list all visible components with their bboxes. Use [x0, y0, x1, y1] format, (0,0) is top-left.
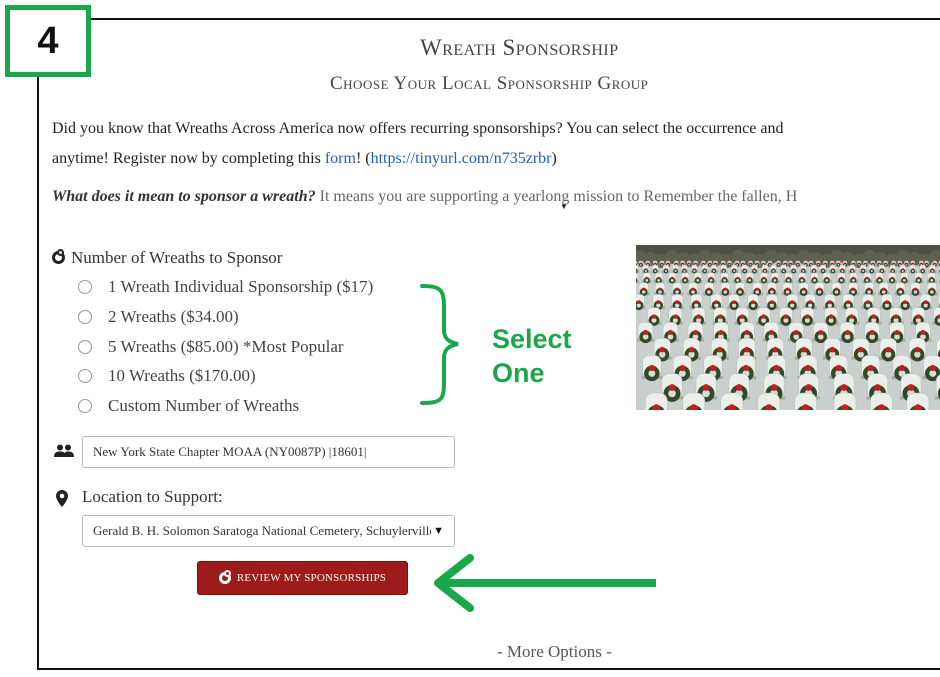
- review-button-label: REVIEW MY SPONSORSHIPS: [236, 572, 387, 584]
- select-one-annotation: Select One: [492, 322, 572, 390]
- caret-down-icon: ▼: [560, 202, 568, 211]
- radio-button[interactable]: [78, 340, 92, 354]
- option-label: 1 Wreath Individual Sponsorship ($17): [108, 277, 374, 296]
- radio-button[interactable]: [78, 399, 92, 413]
- option-label: 10 Wreaths ($170.00): [108, 366, 256, 385]
- form-link[interactable]: form: [325, 150, 356, 167]
- page-subtitle: Choose Your Local Sponsorship Group: [330, 73, 649, 94]
- mission-answer: It means you are supporting a yearlong m…: [315, 188, 798, 205]
- intro-line-2-post: ): [551, 150, 557, 167]
- option-2-wreaths[interactable]: 2 Wreaths ($34.00): [78, 307, 239, 327]
- page-title: Wreath Sponsorship: [420, 35, 619, 60]
- option-1-wreath[interactable]: 1 Wreath Individual Sponsorship ($17): [78, 277, 373, 297]
- intro-line-1: Did you know that Wreaths Across America…: [52, 120, 784, 137]
- option-label: 2 Wreaths ($34.00): [108, 307, 239, 326]
- left-arrow-annotation-icon: [434, 554, 656, 612]
- tinyurl-link[interactable]: https://tinyurl.com/n735zrbr: [371, 150, 552, 167]
- review-sponsorships-button[interactable]: REVIEW MY SPONSORSHIPS: [197, 561, 408, 595]
- option-10-wreaths[interactable]: 10 Wreaths ($170.00): [78, 366, 256, 386]
- location-select[interactable]: Gerald B. H. Solomon Saratoga National C…: [82, 515, 455, 547]
- more-options-link[interactable]: - More Options -: [497, 642, 612, 662]
- photo-drawing: [636, 245, 940, 410]
- cemetery-wreaths-photo: [636, 245, 940, 410]
- group-people-icon: [54, 444, 74, 457]
- sponsorship-group-input[interactable]: [82, 436, 455, 468]
- radio-button[interactable]: [78, 310, 92, 324]
- step-number-badge: 4: [5, 5, 91, 77]
- intro-text: Did you know that Wreaths Across America…: [52, 114, 940, 174]
- option-label: 5 Wreaths ($85.00) *Most Popular: [108, 337, 344, 356]
- select-one-line-1: Select: [492, 324, 572, 354]
- intro-line-2: anytime! Register now by completing this…: [52, 144, 940, 174]
- radio-button[interactable]: [78, 280, 92, 294]
- mission-text: What does it mean to sponsor a wreath? I…: [52, 188, 797, 206]
- wreath-count-label: Number of Wreaths to Sponsor: [52, 248, 282, 268]
- option-5-wreaths[interactable]: 5 Wreaths ($85.00) *Most Popular: [78, 337, 344, 357]
- wreath-count-label-text: Number of Wreaths to Sponsor: [71, 248, 283, 267]
- mission-question: What does it mean to sponsor a wreath?: [52, 188, 316, 205]
- option-label: Custom Number of Wreaths: [108, 396, 300, 415]
- option-custom-wreaths[interactable]: Custom Number of Wreaths: [78, 396, 299, 416]
- select-one-line-2: One: [492, 358, 545, 388]
- wreath-icon: [52, 249, 65, 264]
- dropdown-arrow-icon: ▼: [433, 525, 444, 537]
- wreath-icon: [218, 570, 231, 584]
- location-label: Location to Support:: [82, 487, 223, 506]
- location-selected-value: Gerald B. H. Solomon Saratoga National C…: [93, 523, 431, 538]
- intro-line-2-mid: ! (: [355, 150, 371, 167]
- curly-brace-annotation: [420, 284, 459, 405]
- intro-line-2-pre: anytime! Register now by completing this: [52, 150, 325, 167]
- location-pin-icon: [56, 490, 68, 507]
- radio-button[interactable]: [78, 369, 92, 383]
